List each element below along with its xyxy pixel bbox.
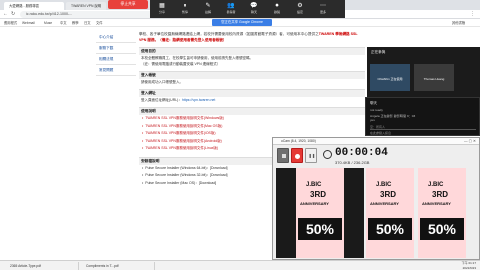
share-button[interactable]: ▦ 分享	[154, 2, 170, 15]
back-icon[interactable]: ←	[3, 11, 8, 18]
chat-input[interactable]: 在此處鍵入訊息	[370, 131, 391, 135]
chat-button[interactable]: 💬 聊天	[246, 2, 262, 15]
nav-item[interactable]: 服務下載	[96, 43, 136, 54]
bookmark[interactable]: Muse	[44, 19, 52, 27]
section-heading: 使用說明	[139, 107, 365, 115]
menu-icon[interactable]: ⋮	[470, 11, 475, 18]
settings-button[interactable]: ⚙ 設定	[292, 2, 308, 15]
nav-item[interactable]: 常見問題	[96, 65, 136, 76]
bookmark[interactable]: Webmail	[22, 19, 35, 27]
ad-strip	[276, 168, 296, 258]
account-text: 請使用成功入口帳號登入。	[141, 80, 183, 84]
bookmark[interactable]: 日文	[84, 19, 91, 27]
record-button[interactable]: ⏺ 錄製	[269, 2, 285, 15]
chat-recipient[interactable]: 至：所有人	[370, 125, 476, 130]
bookmark[interactable]: 中文	[60, 19, 67, 27]
video-panel: 正在參與 ChiaShin 正在使用 Thomas Huang	[367, 47, 480, 97]
record-icon: ⏺	[275, 3, 279, 9]
nav-item[interactable]: 中心介紹	[96, 32, 136, 43]
chat-message: not ready	[370, 108, 383, 112]
bookmark[interactable]: 教學	[72, 19, 79, 27]
guide-link[interactable]: TWAREN SSL VPN服務使用說明文件(Mac OS版)	[142, 123, 365, 131]
ad-banner[interactable]: J.BIC 3RD ANNIVERSARY 50% J.BIC 3RD ANNI…	[276, 168, 476, 258]
stop-share-button[interactable]: 停止共享	[108, 0, 148, 9]
participant-tile[interactable]: Thomas Huang	[414, 64, 454, 91]
ad-panel: J.BIC 3RD ANNIVERSARY 50%	[366, 168, 414, 258]
nav-item[interactable]: 相關法規	[96, 54, 136, 65]
window-controls[interactable]: — ▢ ✕	[464, 138, 476, 145]
people-icon: 👥	[227, 3, 235, 9]
bookmark[interactable]: 應用程式	[4, 19, 17, 27]
side-nav: 中心介紹 服務下載 相關法規 常見問題	[96, 32, 136, 76]
recording-size: 370.4KB / 236.2GB	[335, 160, 370, 165]
sharing-banner: 您正在共享 Google Chrome	[212, 19, 272, 26]
stop-button[interactable]	[277, 148, 289, 163]
pause-button[interactable]: ⏸ 暫停	[177, 2, 193, 15]
taskbar-item[interactable]: 2365 Article-Type.pdf	[4, 262, 79, 270]
ad-strip	[344, 168, 364, 258]
chat-message: Angela 正在錄影 錄影時間 9：03	[370, 114, 416, 118]
browser-tab[interactable]: 大愛網路 - 服務專區	[4, 2, 64, 10]
bookmark[interactable]: 文件	[96, 19, 103, 27]
clock-icon	[323, 150, 332, 159]
more-icon: ⋯	[320, 3, 326, 9]
taskbar-item[interactable]: Compliments in T...pdf	[80, 262, 155, 270]
ad-panel: J.BIC 3RD ANNIVERSARY 50%	[296, 168, 344, 258]
taskbar: 2365 Article-Type.pdf Compliments in T..…	[0, 260, 480, 270]
section-heading: 使用目的	[139, 47, 365, 55]
intro-text: 學校、各子單位校園無線網路連結上網，若校外需要使用校內資源（如圖書館電子資源）者…	[139, 32, 358, 42]
recorder-title: oCam (8.4, 1920, 1080)	[273, 138, 479, 145]
chat-panel: 聊天 not ready Angela 正在錄影 錄影時間 9：03 yes 至…	[365, 97, 480, 136]
pencil-icon: ✎	[205, 3, 211, 9]
section-heading: 登入網址	[139, 89, 365, 97]
gear-icon: ⚙	[297, 3, 303, 9]
reload-icon[interactable]: ↻	[11, 11, 15, 18]
chat-icon: 💬	[250, 3, 258, 9]
annotate-button[interactable]: ✎ 註解	[200, 2, 216, 15]
bookmark[interactable]: 其他書籤	[452, 19, 465, 27]
pause-button[interactable]	[305, 148, 317, 163]
participants-button[interactable]: 👥 參與者	[223, 2, 239, 15]
system-clock[interactable]: 下午 01:17 2021/6/23	[462, 261, 476, 270]
recording-time: 00:00:04	[335, 147, 388, 159]
chat-title: 聊天	[370, 101, 377, 105]
pause-icon: ⏸	[183, 3, 187, 9]
meeting-toolbar: ▦ 分享 ⏸ 暫停 ✎ 註解 👥 參與者 💬 聊天 ⏺ 錄製 ⚙ 設定 ⋯ 更多	[150, 0, 345, 18]
purpose-note: （註：需使用電腦或行動裝置安裝 VPN 連線程式）	[141, 62, 221, 66]
guide-link[interactable]: TWAREN SSL VPN服務使用說明文件(Windows版)	[142, 115, 365, 123]
recorder-window: oCam (8.4, 1920, 1080) — ▢ ✕ 00:00:04 37…	[272, 137, 480, 260]
video-panel-title: 正在參與	[371, 50, 386, 54]
section-heading: 登入帳號	[139, 71, 365, 79]
login-url-link[interactable]: https://vpn.twaren.net	[182, 98, 215, 102]
more-button[interactable]: ⋯ 更多	[315, 2, 331, 15]
browser-tab[interactable]: TWAREN VPN 說明	[66, 2, 106, 10]
record-button[interactable]	[291, 148, 303, 163]
ad-panel: J.BIC 3RD ANNIVERSARY 50%	[418, 168, 466, 258]
participant-tile[interactable]: ChiaShin 正在使用	[370, 64, 410, 91]
login-url-line: 登入頁面位址網址(URL)：https://vpn.twaren.net	[141, 98, 216, 102]
share-screen-icon: ▦	[159, 3, 165, 9]
chat-message: yes	[370, 118, 375, 122]
